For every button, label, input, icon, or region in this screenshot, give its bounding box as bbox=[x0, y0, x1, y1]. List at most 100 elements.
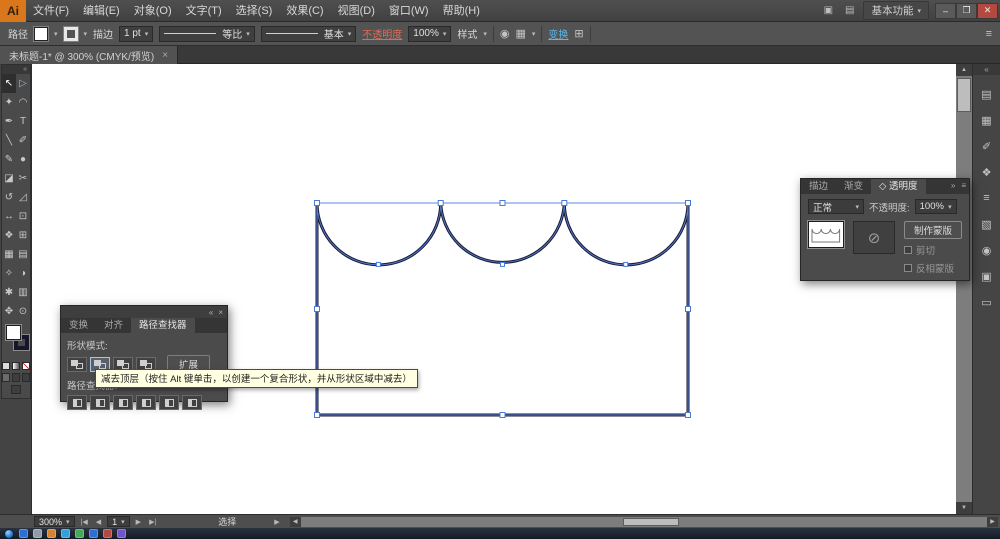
rotate-tool[interactable]: ↺ bbox=[2, 188, 16, 207]
scale-tool[interactable]: ◿ bbox=[16, 188, 30, 207]
menu-object[interactable]: 对象(O) bbox=[127, 0, 179, 22]
eraser-tool[interactable]: ◪ bbox=[2, 169, 16, 188]
column-graph-tool[interactable]: ▥ bbox=[16, 283, 30, 302]
restore-button[interactable]: ❐ bbox=[956, 3, 977, 19]
pen-tool[interactable]: ✒ bbox=[2, 112, 16, 131]
menu-select[interactable]: 选择(S) bbox=[229, 0, 280, 22]
minus-back-button[interactable] bbox=[182, 395, 202, 410]
crop-button[interactable] bbox=[136, 395, 156, 410]
next-artboard-button[interactable]: ▶ bbox=[134, 518, 143, 526]
eyedropper-tool[interactable]: ✧ bbox=[2, 264, 16, 283]
prev-artboard-button[interactable]: ◀ bbox=[94, 518, 103, 526]
horizontal-scrollbar[interactable]: ◀ ▶ bbox=[290, 517, 998, 527]
stroke-profile-select[interactable]: 等比 ▾ bbox=[159, 26, 255, 42]
scroll-up-icon[interactable]: ▲ bbox=[956, 64, 972, 76]
artboard-canvas[interactable] bbox=[32, 64, 956, 514]
draw-inside-button[interactable] bbox=[22, 373, 30, 382]
unite-button[interactable] bbox=[67, 357, 87, 372]
gradient-tool[interactable]: ▤ bbox=[16, 245, 30, 264]
arrange-documents-icon[interactable]: ▤ bbox=[842, 5, 857, 16]
start-button[interactable] bbox=[4, 529, 14, 539]
clip-checkbox[interactable] bbox=[904, 246, 912, 254]
invert-mask-checkbox[interactable] bbox=[904, 264, 912, 272]
stroke-panel-icon[interactable]: ≡ bbox=[977, 188, 997, 208]
screen-mode-button[interactable] bbox=[11, 385, 21, 394]
free-transform-tool[interactable]: ⊡ bbox=[16, 207, 30, 226]
zoom-select[interactable]: 300% ▾ bbox=[34, 516, 75, 527]
outline-button[interactable] bbox=[159, 395, 179, 410]
status-detail-arrow[interactable]: ▶ bbox=[274, 518, 279, 526]
trim-button[interactable] bbox=[90, 395, 110, 410]
collapse-panel-icon[interactable]: « bbox=[209, 308, 213, 317]
vertical-scrollbar[interactable]: ▲ ▼ bbox=[956, 64, 972, 514]
opacity-input[interactable]: 100% ▾ bbox=[915, 199, 957, 214]
panel-menu-icon[interactable]: ≡ bbox=[986, 28, 992, 40]
stroke-dropdown-icon[interactable]: ▾ bbox=[84, 30, 88, 38]
taskbar-icon-1[interactable] bbox=[19, 529, 28, 538]
close-button[interactable]: ✕ bbox=[977, 3, 998, 19]
fill-color-swatch[interactable] bbox=[6, 325, 21, 340]
scissors-tool[interactable]: ✂ bbox=[16, 169, 30, 188]
layers-panel-icon[interactable]: ▣ bbox=[977, 266, 997, 286]
opacity-link[interactable]: 不透明度 bbox=[362, 26, 402, 41]
tab-gradient[interactable]: 渐变 bbox=[836, 179, 871, 194]
stroke-link[interactable]: 描边 bbox=[93, 26, 113, 41]
first-artboard-button[interactable]: |◀ bbox=[79, 518, 90, 526]
tab-pathfinder[interactable]: 路径查找器 bbox=[131, 318, 195, 333]
stroke-width-input[interactable]: 1 pt ▾ bbox=[119, 26, 153, 42]
vertical-scroll-thumb[interactable] bbox=[957, 78, 971, 112]
perspective-grid-tool[interactable]: ⊞ bbox=[16, 226, 30, 245]
taskbar-icon-6[interactable] bbox=[89, 529, 98, 538]
document-setup-icon[interactable]: ▦ bbox=[515, 27, 525, 40]
paintbrush-tool[interactable]: ✐ bbox=[16, 131, 30, 150]
lasso-tool[interactable]: ◠ bbox=[16, 93, 30, 112]
taskbar-icon-3[interactable] bbox=[47, 529, 56, 538]
appearance-panel-icon[interactable]: ◉ bbox=[977, 240, 997, 260]
make-mask-button[interactable]: 制作蒙版 bbox=[904, 221, 962, 239]
gradient-button[interactable] bbox=[12, 362, 20, 370]
horizontal-scroll-thumb[interactable] bbox=[623, 518, 679, 526]
magic-wand-tool[interactable]: ✦ bbox=[2, 93, 16, 112]
recolor-artwork-icon[interactable]: ◉ bbox=[500, 27, 510, 40]
fill-dropdown-icon[interactable]: ▾ bbox=[54, 30, 58, 38]
draw-behind-button[interactable] bbox=[12, 373, 20, 382]
blend-tool[interactable]: ◑ bbox=[16, 264, 30, 283]
divide-button[interactable] bbox=[67, 395, 87, 410]
draw-normal-button[interactable] bbox=[2, 373, 10, 382]
menu-view[interactable]: 视图(D) bbox=[331, 0, 382, 22]
taskbar-icon-2[interactable] bbox=[33, 529, 42, 538]
toolbar-collapse-icon[interactable]: « bbox=[2, 65, 30, 74]
close-document-icon[interactable]: × bbox=[162, 50, 168, 61]
menu-effect[interactable]: 效果(C) bbox=[279, 0, 330, 22]
artboard-number-input[interactable]: 1 ▾ bbox=[107, 516, 130, 527]
line-segment-tool[interactable]: ╲ bbox=[2, 131, 16, 150]
menu-window[interactable]: 窗口(W) bbox=[382, 0, 436, 22]
hand-tool[interactable]: ✥ bbox=[2, 302, 16, 321]
transform-link[interactable]: 变换 bbox=[548, 26, 568, 41]
workspace-switcher[interactable]: 基本功能 ▾ bbox=[863, 1, 929, 20]
stroke-swatch[interactable] bbox=[64, 27, 78, 41]
document-tab[interactable]: 未标题-1* @ 300% (CMYK/预览) × bbox=[0, 46, 178, 64]
menu-file[interactable]: 文件(F) bbox=[26, 0, 76, 22]
taskbar-icon-5[interactable] bbox=[75, 529, 84, 538]
gradient-panel-icon[interactable]: ▧ bbox=[977, 214, 997, 234]
style-label[interactable]: 样式 bbox=[457, 26, 477, 41]
symbols-panel-icon[interactable]: ❖ bbox=[977, 162, 997, 182]
tab-transform[interactable]: 变换 bbox=[61, 318, 96, 333]
brushes-panel-icon[interactable]: ✐ bbox=[977, 136, 997, 156]
pencil-tool[interactable]: ✎ bbox=[2, 150, 16, 169]
style-dropdown-icon[interactable]: ▾ bbox=[483, 30, 487, 38]
taskbar-icon-4[interactable] bbox=[61, 529, 70, 538]
taskbar-icon-8[interactable] bbox=[117, 529, 126, 538]
direct-selection-tool[interactable]: ▷ bbox=[16, 74, 30, 93]
mask-thumbnail[interactable]: ⊘ bbox=[853, 221, 895, 254]
object-thumbnail[interactable] bbox=[808, 221, 844, 248]
zoom-tool[interactable]: ⊙ bbox=[16, 302, 30, 321]
type-tool[interactable]: T bbox=[16, 112, 30, 131]
none-button[interactable] bbox=[22, 362, 30, 370]
scroll-right-icon[interactable]: ▶ bbox=[987, 517, 998, 527]
taskbar-icon-7[interactable] bbox=[103, 529, 112, 538]
shape-builder-tool[interactable]: ❖ bbox=[2, 226, 16, 245]
artboards-panel-icon[interactable]: ▭ bbox=[977, 292, 997, 312]
last-artboard-button[interactable]: ▶| bbox=[147, 518, 158, 526]
